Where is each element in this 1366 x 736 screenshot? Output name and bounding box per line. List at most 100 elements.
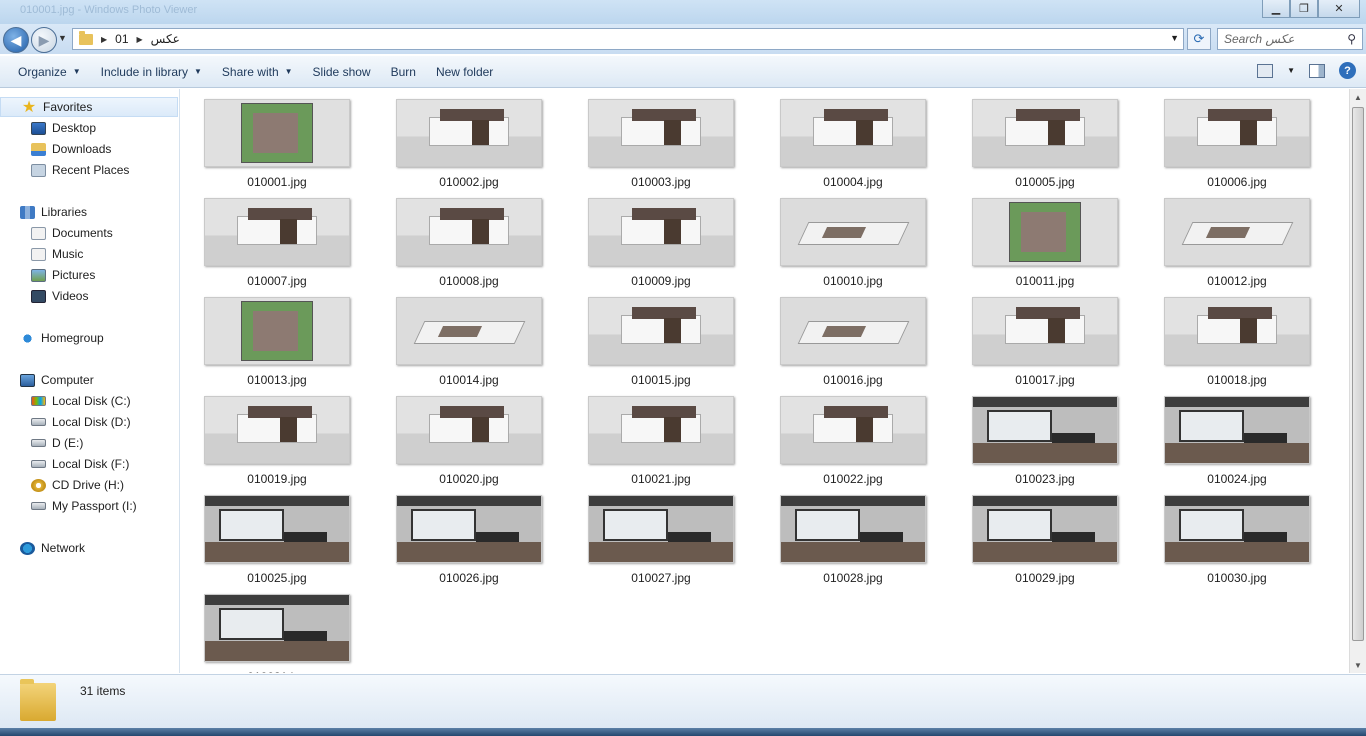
- search-input[interactable]: Search عکس ⚲: [1217, 28, 1363, 50]
- file-thumbnail[interactable]: [780, 198, 926, 266]
- search-icon[interactable]: ⚲: [1347, 32, 1356, 46]
- address-dropdown-icon[interactable]: ▼: [1170, 33, 1179, 43]
- file-item[interactable]: 010019.jpg: [204, 396, 350, 491]
- nav-local-disk-f[interactable]: Local Disk (F:): [0, 454, 178, 474]
- file-item[interactable]: 010030.jpg: [1164, 495, 1310, 590]
- back-button[interactable]: ◀: [3, 27, 29, 53]
- nav-cd-drive-h[interactable]: CD Drive (H:): [0, 475, 178, 495]
- file-thumbnail[interactable]: [780, 99, 926, 167]
- file-item[interactable]: 010025.jpg: [204, 495, 350, 590]
- file-thumbnail[interactable]: [972, 198, 1118, 266]
- file-item[interactable]: 010023.jpg: [972, 396, 1118, 491]
- nav-computer[interactable]: Computer: [0, 370, 178, 390]
- file-item[interactable]: 010014.jpg: [396, 297, 542, 392]
- file-thumbnail[interactable]: [588, 99, 734, 167]
- file-item[interactable]: 010002.jpg: [396, 99, 542, 194]
- file-item[interactable]: 010021.jpg: [588, 396, 734, 491]
- nav-downloads[interactable]: Downloads: [0, 139, 178, 159]
- file-thumbnail[interactable]: [396, 198, 542, 266]
- file-thumbnail[interactable]: [1164, 297, 1310, 365]
- address-bar[interactable]: ▶ 01 ▶ عکس ▼: [72, 28, 1184, 50]
- file-item[interactable]: 010017.jpg: [972, 297, 1118, 392]
- vertical-scrollbar[interactable]: ▲ ▼: [1349, 89, 1366, 673]
- file-item[interactable]: 010004.jpg: [780, 99, 926, 194]
- nav-desktop[interactable]: Desktop: [0, 118, 178, 138]
- view-dropdown-icon[interactable]: ▼: [1287, 66, 1295, 75]
- breadcrumb-current[interactable]: عکس: [151, 32, 180, 46]
- file-thumbnail[interactable]: [780, 495, 926, 563]
- nav-recent-places[interactable]: Recent Places: [0, 160, 178, 180]
- share-with-button[interactable]: Share with ▼: [212, 56, 303, 87]
- file-item[interactable]: 010012.jpg: [1164, 198, 1310, 293]
- file-item[interactable]: 010008.jpg: [396, 198, 542, 293]
- file-thumbnail[interactable]: [1164, 99, 1310, 167]
- file-item[interactable]: 010028.jpg: [780, 495, 926, 590]
- file-thumbnail[interactable]: [780, 297, 926, 365]
- file-item[interactable]: 010013.jpg: [204, 297, 350, 392]
- nav-pictures[interactable]: Pictures: [0, 265, 178, 285]
- file-item[interactable]: 010016.jpg: [780, 297, 926, 392]
- breadcrumb-separator-icon[interactable]: ▶: [101, 35, 107, 44]
- file-item[interactable]: 010022.jpg: [780, 396, 926, 491]
- new-folder-button[interactable]: New folder: [426, 56, 503, 87]
- include-in-library-button[interactable]: Include in library ▼: [91, 56, 212, 87]
- file-item[interactable]: 010027.jpg: [588, 495, 734, 590]
- file-thumbnail[interactable]: [588, 495, 734, 563]
- file-item[interactable]: 010029.jpg: [972, 495, 1118, 590]
- file-thumbnail[interactable]: [588, 198, 734, 266]
- breadcrumb-01[interactable]: 01: [115, 32, 128, 46]
- nav-music[interactable]: Music: [0, 244, 178, 264]
- file-item[interactable]: 010011.jpg: [972, 198, 1118, 293]
- scroll-down-icon[interactable]: ▼: [1350, 657, 1366, 673]
- file-item[interactable]: 010005.jpg: [972, 99, 1118, 194]
- file-thumbnail[interactable]: [204, 396, 350, 464]
- file-item[interactable]: 010010.jpg: [780, 198, 926, 293]
- file-thumbnail[interactable]: [1164, 495, 1310, 563]
- close-button[interactable]: ✕: [1318, 0, 1360, 18]
- nav-favorites[interactable]: ★ Favorites: [0, 97, 178, 117]
- nav-libraries[interactable]: Libraries: [0, 202, 178, 222]
- breadcrumb-separator-icon[interactable]: ▶: [137, 35, 143, 44]
- file-item[interactable]: 010003.jpg: [588, 99, 734, 194]
- nav-my-passport-i[interactable]: My Passport (I:): [0, 496, 178, 516]
- file-thumbnail[interactable]: [972, 495, 1118, 563]
- minimize-button[interactable]: ▁: [1262, 0, 1290, 18]
- refresh-button[interactable]: ⟳: [1187, 28, 1211, 50]
- file-thumbnail[interactable]: [204, 198, 350, 266]
- file-item[interactable]: 010009.jpg: [588, 198, 734, 293]
- forward-button[interactable]: ▶: [31, 27, 57, 53]
- file-thumbnail[interactable]: [1164, 396, 1310, 464]
- maximize-button[interactable]: ❐: [1290, 0, 1318, 18]
- nav-homegroup[interactable]: Homegroup: [0, 328, 178, 348]
- file-thumbnail[interactable]: [780, 396, 926, 464]
- file-item[interactable]: 010020.jpg: [396, 396, 542, 491]
- nav-local-disk-d[interactable]: Local Disk (D:): [0, 412, 178, 432]
- change-view-icon[interactable]: [1257, 63, 1274, 78]
- file-item[interactable]: 010006.jpg: [1164, 99, 1310, 194]
- file-thumbnail[interactable]: [204, 495, 350, 563]
- file-thumbnail[interactable]: [588, 396, 734, 464]
- scrollbar-thumb[interactable]: [1352, 107, 1364, 641]
- file-thumbnail[interactable]: [396, 396, 542, 464]
- file-thumbnail[interactable]: [396, 99, 542, 167]
- nav-documents[interactable]: Documents: [0, 223, 178, 243]
- nav-local-disk-c[interactable]: Local Disk (C:): [0, 391, 178, 411]
- nav-drive-e[interactable]: D (E:): [0, 433, 178, 453]
- nav-network[interactable]: Network: [0, 538, 178, 558]
- nav-videos[interactable]: Videos: [0, 286, 178, 306]
- file-thumbnail[interactable]: [204, 297, 350, 365]
- file-item[interactable]: 010024.jpg: [1164, 396, 1310, 491]
- burn-button[interactable]: Burn: [381, 56, 426, 87]
- file-item[interactable]: 010001.jpg: [204, 99, 350, 194]
- file-thumbnail[interactable]: [396, 495, 542, 563]
- scroll-up-icon[interactable]: ▲: [1350, 89, 1366, 105]
- file-item[interactable]: 010031.jpg: [204, 594, 350, 673]
- file-thumbnail[interactable]: [972, 396, 1118, 464]
- file-thumbnail[interactable]: [1164, 198, 1310, 266]
- file-item[interactable]: 010018.jpg: [1164, 297, 1310, 392]
- file-thumbnail[interactable]: [588, 297, 734, 365]
- file-item[interactable]: 010007.jpg: [204, 198, 350, 293]
- help-icon[interactable]: ?: [1339, 62, 1356, 79]
- preview-pane-icon[interactable]: [1309, 63, 1325, 78]
- file-item[interactable]: 010015.jpg: [588, 297, 734, 392]
